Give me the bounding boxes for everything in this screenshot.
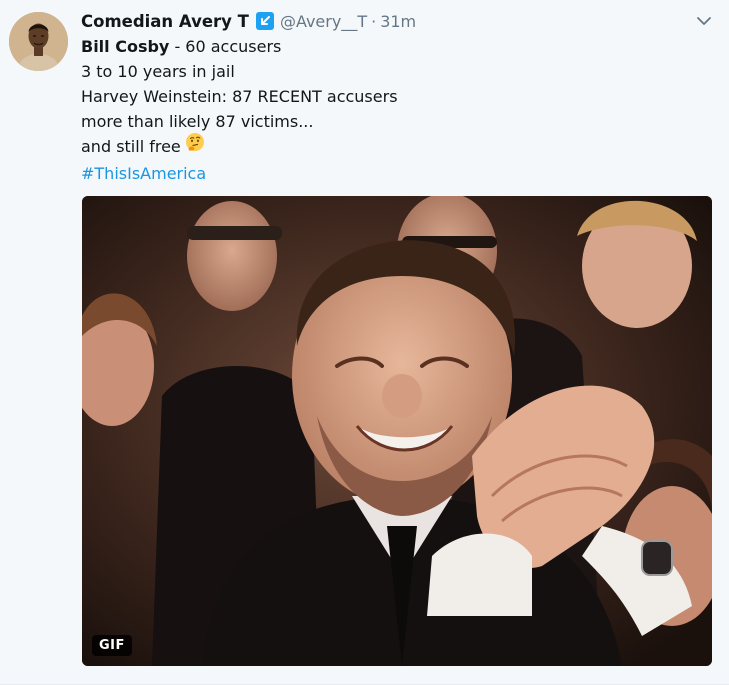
- gif-media[interactable]: GIF: [82, 196, 712, 666]
- bold-text: Bill Cosby: [81, 37, 170, 56]
- avatar[interactable]: [9, 12, 68, 71]
- arrow-icon: [255, 12, 274, 30]
- separator: ·: [371, 11, 377, 31]
- tweet-header: Comedian Avery T @Avery__T · 31m: [81, 9, 416, 33]
- chevron-down-icon[interactable]: [695, 12, 713, 30]
- tweet-line-5: and still free: [81, 132, 398, 161]
- tweet-line-6: #ThisIsAmerica: [81, 161, 398, 186]
- thinking-face-icon: [185, 132, 205, 159]
- handle[interactable]: @Avery__T: [280, 12, 367, 31]
- tweet-line-4: more than likely 87 victims...: [81, 112, 314, 131]
- tweet-text: Bill Cosby - 60 accusers 3 to 10 years i…: [81, 34, 398, 186]
- display-name[interactable]: Comedian Avery T: [81, 12, 249, 31]
- tweet-line-3: Harvey Weinstein: 87 RECENT accusers: [81, 87, 398, 106]
- line-1-rest: - 60 accusers: [169, 37, 282, 56]
- tweet: Comedian Avery T @Avery__T · 31m Bill Co…: [0, 0, 729, 685]
- gif-badge: GIF: [92, 635, 132, 656]
- timestamp[interactable]: 31m: [380, 12, 416, 31]
- tweet-line-1: Bill Cosby - 60 accusers: [81, 34, 398, 59]
- hashtag-link[interactable]: #ThisIsAmerica: [81, 164, 206, 183]
- tweet-line-2: 3 to 10 years in jail: [81, 62, 235, 81]
- line-5-text: and still free: [81, 137, 181, 156]
